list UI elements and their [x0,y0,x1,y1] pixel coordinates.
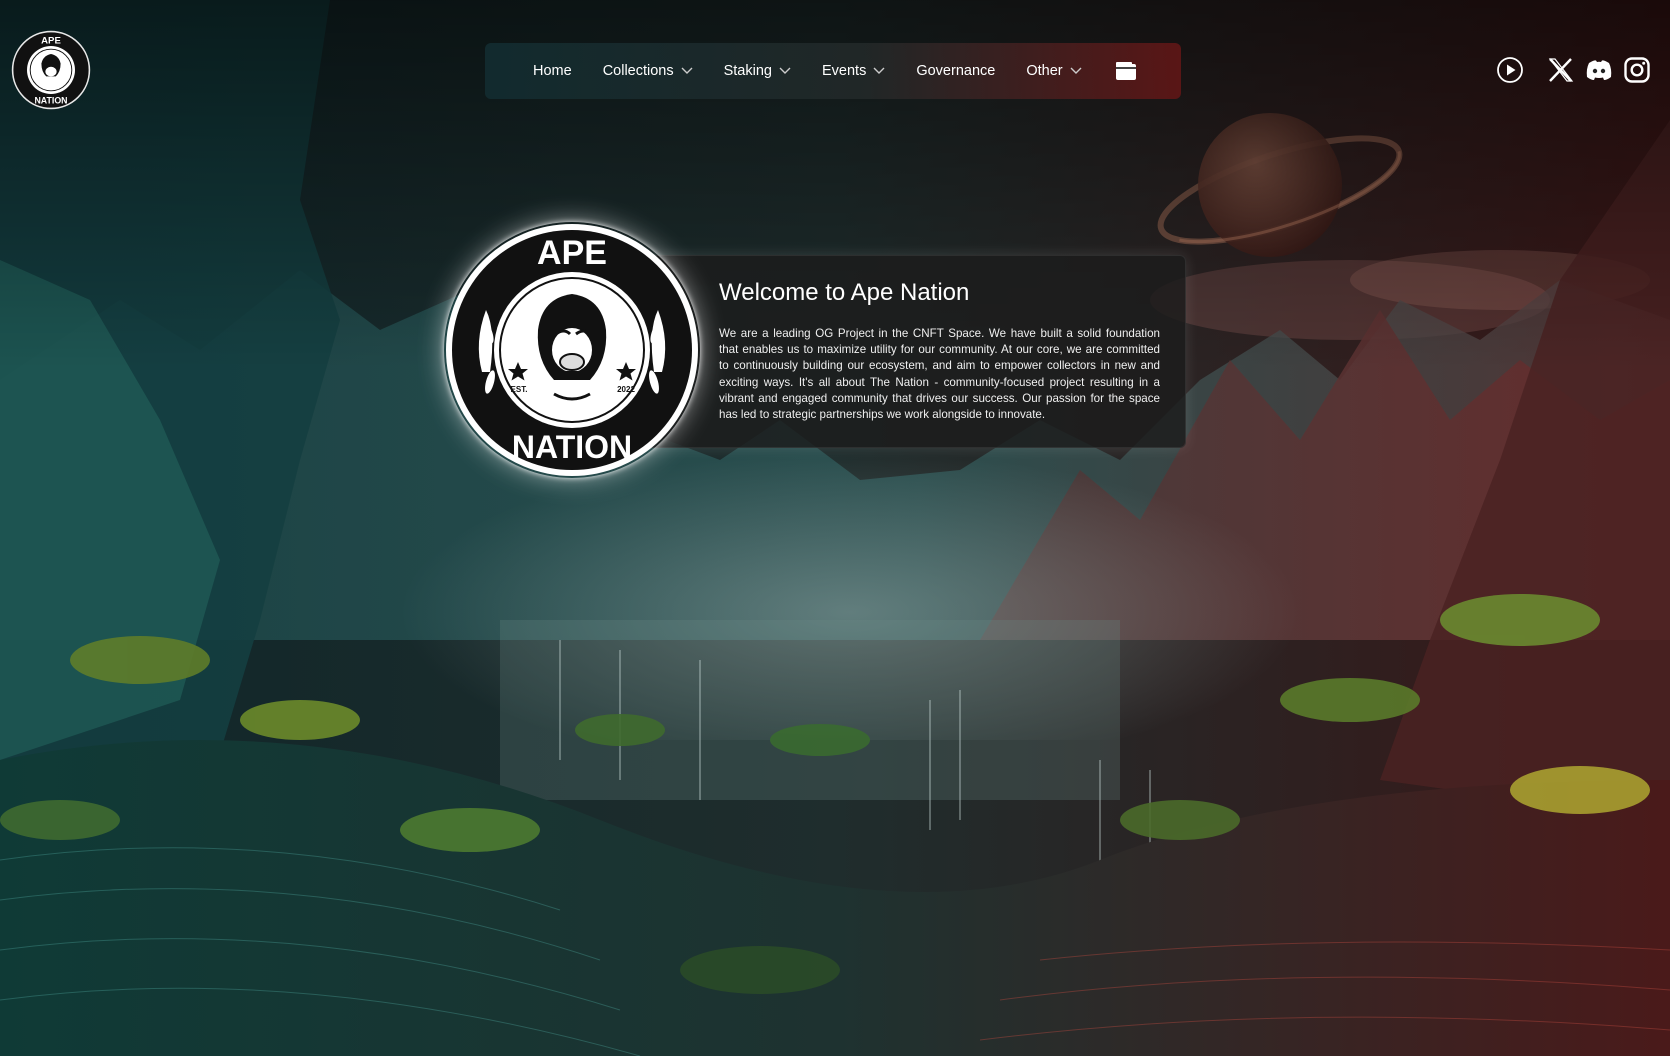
x-icon[interactable] [1547,56,1575,84]
corner-logo[interactable]: APE NATION [11,30,91,110]
welcome-description: We are a leading OG Project in the CNFT … [719,327,1160,422]
nav-governance[interactable]: Governance [916,63,995,79]
nav-home[interactable]: Home [533,63,572,79]
nav-collections[interactable]: Collections [603,63,693,79]
instagram-icon[interactable] [1623,56,1651,84]
play-icon[interactable] [1496,56,1524,84]
chevron-down-icon [681,67,693,74]
background-scenery [0,0,1670,1056]
logo-top-text: APE [537,234,607,272]
discord-icon[interactable] [1585,56,1613,84]
logo-bottom-text: NATION [512,429,632,465]
nav-events-label: Events [821,63,867,79]
nav-staking-label: Staking [723,63,772,79]
nav-governance-label: Governance [916,63,996,79]
logo-year-text: 2022 [617,385,635,394]
corner-logo-top-text: APE [41,36,61,47]
main-nav: Home Collections Staking Events Governan… [485,43,1181,99]
chevron-down-icon [873,67,885,74]
nav-events[interactable]: Events [822,63,885,79]
chevron-down-icon [779,67,791,74]
ape-nation-logo: EST. 2022 APE NATION [446,224,698,476]
wallet-icon[interactable] [1115,61,1137,81]
nav-other[interactable]: Other [1026,63,1082,79]
corner-logo-bottom-text: NATION [34,96,67,106]
nav-collections-label: Collections [602,63,674,79]
logo-est-text: EST. [511,385,528,394]
chevron-down-icon [1070,67,1082,74]
nav-staking[interactable]: Staking [724,63,791,79]
welcome-title: Welcome to Ape Nation [719,279,970,306]
nav-home-label: Home [533,63,572,79]
nav-other-label: Other [1026,63,1063,79]
